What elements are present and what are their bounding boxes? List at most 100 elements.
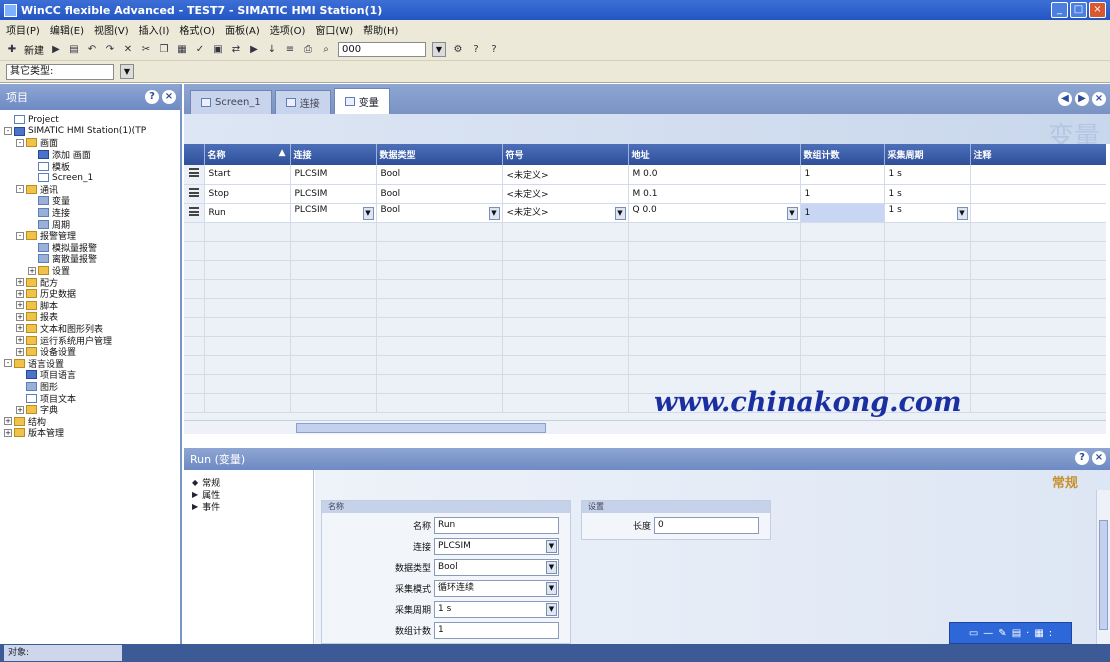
collapse-icon[interactable]: -	[16, 185, 24, 194]
minimize-button[interactable]: _	[1051, 2, 1068, 18]
cell-name[interactable]: Stop	[204, 184, 291, 204]
property-dropdown[interactable]: PLCSIM ▼	[434, 538, 559, 555]
cell-address[interactable]: M 0.1	[628, 184, 801, 204]
cell-comment[interactable]	[970, 184, 1106, 204]
tree-item[interactable]: Screen_1	[4, 172, 180, 184]
cell-name[interactable]: Start	[204, 165, 291, 185]
tree-item[interactable]: + 设备设置	[4, 346, 180, 358]
tree-item[interactable]: 添加 画面	[4, 149, 180, 161]
cell-array-count[interactable]: 1	[800, 184, 885, 204]
scrollbar-thumb[interactable]	[296, 423, 546, 433]
close-icon[interactable]: ×	[162, 90, 176, 104]
print-icon[interactable]: ⎙	[302, 43, 314, 57]
runtime-icon[interactable]: ▶	[248, 43, 260, 57]
object-type-dropdown-icon[interactable]: ▼	[120, 64, 134, 79]
help-icon[interactable]: ?	[145, 90, 159, 104]
compile-icon[interactable]: ▣	[212, 43, 224, 57]
expand-icon[interactable]: +	[16, 312, 24, 321]
expand-icon[interactable]: +	[16, 278, 24, 287]
tree-item[interactable]: Project	[4, 114, 180, 126]
dropdown-arrow-icon[interactable]: ▼	[546, 582, 557, 595]
tree-item[interactable]: + 历史数据	[4, 288, 180, 300]
dropdown-arrow-icon[interactable]: ▼	[546, 603, 557, 616]
close-button[interactable]: ×	[1089, 2, 1106, 18]
tab-screen-1[interactable]: Screen_1	[190, 90, 272, 114]
nav-item-properties[interactable]: ▶ 属性	[192, 488, 313, 501]
tree-item[interactable]: 周期	[4, 218, 180, 231]
redo-icon[interactable]: ↷	[104, 43, 116, 57]
cell-address[interactable]: M 0.0	[628, 165, 801, 185]
cell-comment[interactable]	[970, 203, 1106, 223]
table-row[interactable]: Stop PLCSIM Bool <未定义> M 0.1 1 1 s	[184, 184, 1106, 204]
monitor-icon[interactable]: ▤	[1012, 628, 1021, 639]
tree-item[interactable]: - 画面	[4, 137, 180, 149]
tool-icon[interactable]: ▭	[969, 628, 978, 639]
tree-item[interactable]: 模板	[4, 160, 180, 173]
column-header-address[interactable]: 地址	[628, 144, 801, 165]
row-handle-icon[interactable]	[184, 165, 205, 185]
expand-icon[interactable]: +	[4, 428, 12, 437]
previous-tab-icon[interactable]: ◀	[1058, 92, 1072, 106]
expand-icon[interactable]: +	[16, 289, 24, 298]
menu-faceplate[interactable]: 面板(A)	[225, 22, 260, 37]
cell-array-count[interactable]: 1	[800, 165, 885, 185]
objects-tab[interactable]: 对象:	[4, 645, 122, 661]
column-header-name[interactable]: 名称 ▲	[204, 144, 291, 165]
collapse-icon[interactable]: -	[16, 231, 24, 240]
tree-item[interactable]: 图形	[4, 381, 180, 393]
find-icon[interactable]: ⌕	[320, 43, 332, 57]
context-help-icon[interactable]: ?	[488, 43, 500, 57]
menu-view[interactable]: 视图(V)	[94, 22, 129, 37]
column-header-comment[interactable]: 注释	[970, 144, 1106, 165]
next-tab-icon[interactable]: ▶	[1075, 92, 1089, 106]
cell-acquisition-cycle[interactable]: 1 s	[884, 165, 971, 185]
cell-symbol[interactable]: <未定义> ▼	[502, 203, 629, 223]
property-dropdown[interactable]: Bool ▼	[434, 559, 559, 576]
save-icon[interactable]: ▤	[68, 43, 80, 57]
minus-icon[interactable]: —	[983, 628, 993, 639]
cell-symbol[interactable]: <未定义>	[502, 165, 629, 185]
cell-array-count[interactable]: 1	[800, 203, 885, 223]
cut-icon[interactable]: ✂	[140, 43, 152, 57]
colon-icon[interactable]: :	[1049, 628, 1052, 639]
tree-item[interactable]: - SIMATIC HMI Station(1)(TP	[4, 126, 180, 138]
expand-icon[interactable]: +	[16, 301, 24, 310]
new-button-label[interactable]: 新建	[24, 42, 44, 57]
cell-data-type[interactable]: Bool	[376, 165, 503, 185]
table-row-selected[interactable]: Run PLCSIM ▼ Bool ▼ <未定义> ▼ Q 0.0 ▼ 1 1 s ▼	[184, 203, 1106, 223]
cell-acquisition-cycle[interactable]: 1 s ▼	[884, 203, 971, 223]
property-dropdown[interactable]: 1 s ▼	[434, 601, 559, 618]
help-icon[interactable]: ?	[1075, 451, 1089, 465]
menu-format[interactable]: 格式(O)	[179, 22, 215, 37]
table-row[interactable]: Start PLCSIM Bool <未定义> M 0.0 1 1 s	[184, 165, 1106, 185]
cell-connection[interactable]: PLCSIM	[290, 184, 377, 204]
dropdown-arrow-icon[interactable]: ▼	[786, 207, 798, 220]
cell-name[interactable]: Run	[204, 203, 291, 223]
scrollbar-thumb[interactable]	[1099, 520, 1108, 630]
nav-item-events[interactable]: ▶ 事件	[192, 500, 313, 513]
property-input[interactable]: 1	[434, 622, 559, 639]
delete-icon[interactable]: ✕	[122, 43, 134, 57]
column-header-symbol[interactable]: 符号	[502, 144, 629, 165]
cell-data-type[interactable]: Bool ▼	[376, 203, 503, 223]
tab-connections[interactable]: 连接	[274, 90, 331, 114]
new-icon[interactable]: ✚	[6, 43, 18, 57]
cell-comment[interactable]	[970, 165, 1106, 185]
menu-edit[interactable]: 编辑(E)	[50, 22, 84, 37]
tree-item[interactable]: - 语言设置	[4, 357, 180, 370]
cell-data-type[interactable]: Bool	[376, 184, 503, 204]
copy-icon[interactable]: ❐	[158, 43, 170, 57]
expand-icon[interactable]: +	[4, 417, 12, 426]
dropdown-arrow-icon[interactable]: ▼	[614, 207, 626, 220]
dot-icon[interactable]: ·	[1026, 628, 1029, 639]
align-icon[interactable]: ≡	[284, 43, 296, 57]
column-header-acquisition-cycle[interactable]: 采集周期	[884, 144, 971, 165]
close-icon[interactable]: ×	[1092, 451, 1106, 465]
tree-item[interactable]: + 脚本	[4, 300, 180, 312]
expand-icon[interactable]: +	[16, 324, 24, 333]
collapse-icon[interactable]: -	[4, 127, 12, 136]
zoom-dropdown-icon[interactable]: ▼	[432, 42, 446, 57]
property-input[interactable]: Run	[434, 517, 559, 534]
tree-item[interactable]: 项目文本	[4, 392, 180, 405]
tab-tags[interactable]: 变量	[333, 88, 390, 114]
